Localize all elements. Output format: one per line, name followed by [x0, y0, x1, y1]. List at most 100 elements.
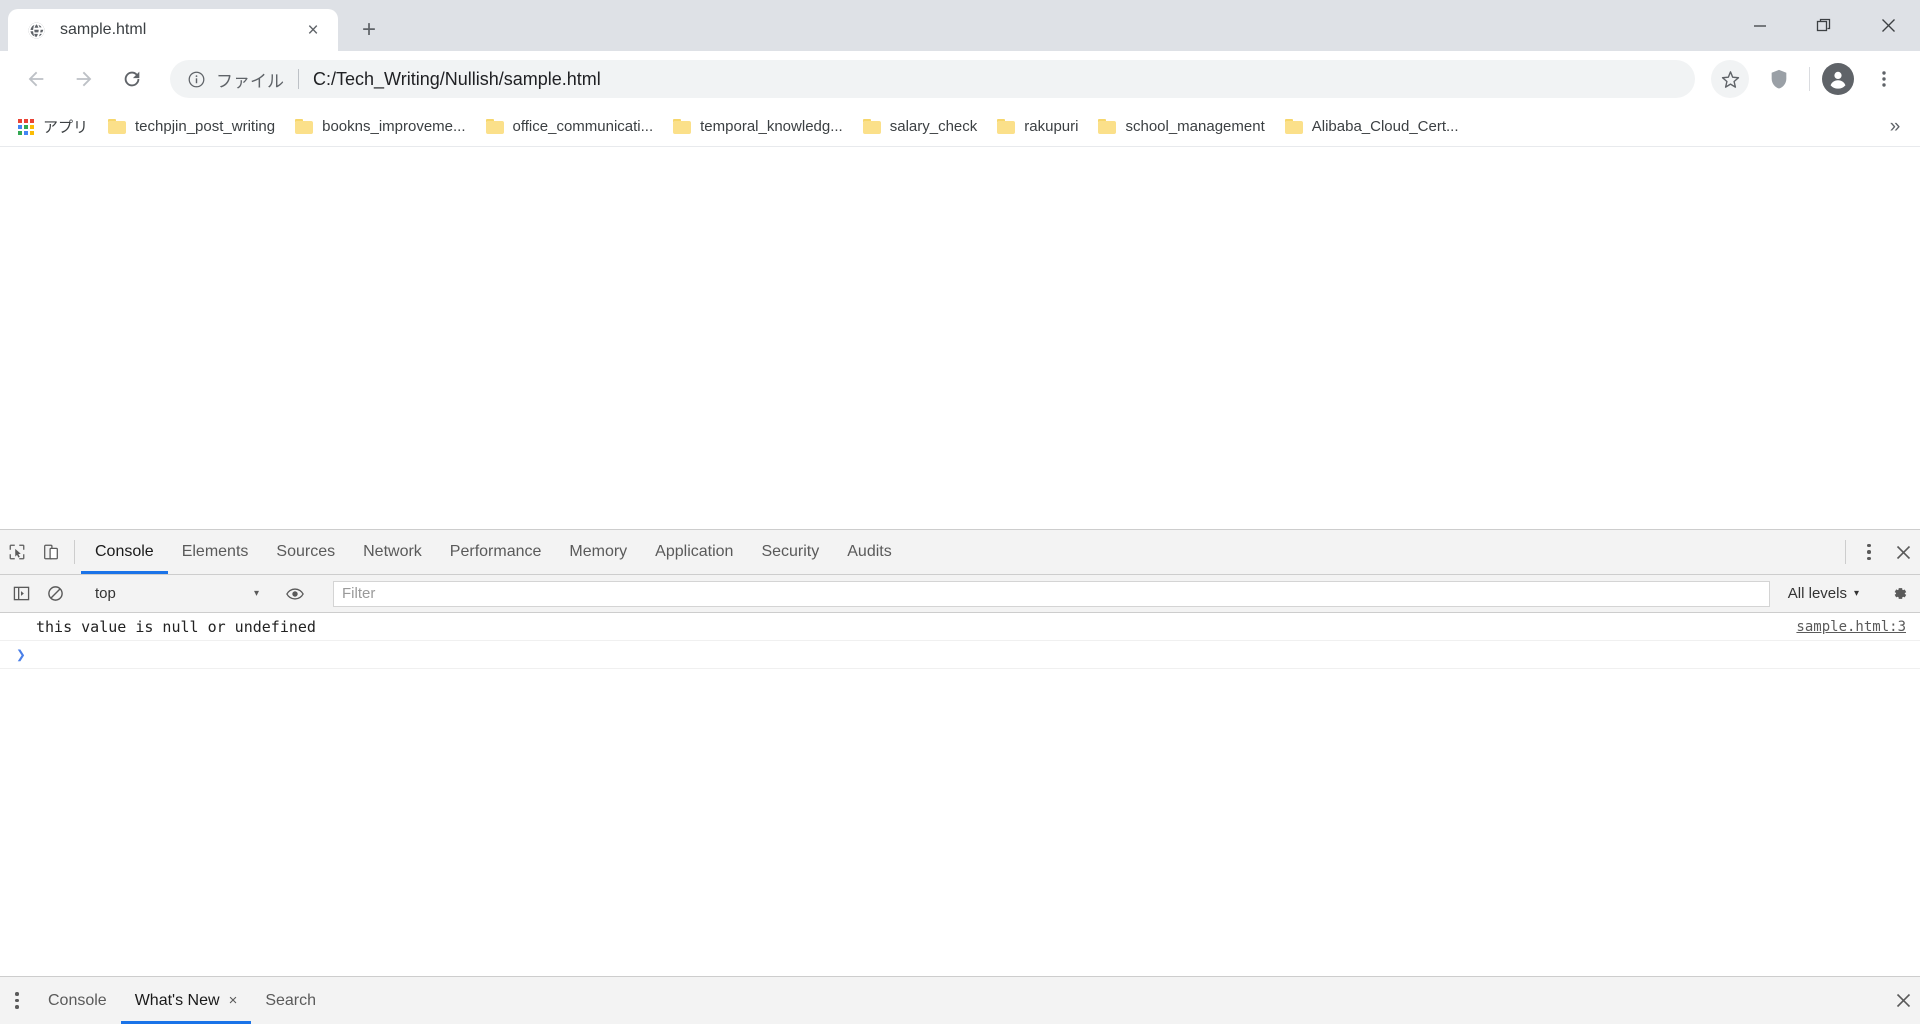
bookmark-label: school_management: [1125, 118, 1265, 135]
close-icon[interactable]: [1856, 0, 1920, 51]
address-bar[interactable]: ファイル C:/Tech_Writing/Nullish/sample.html: [170, 60, 1695, 98]
forward-arrow-icon[interactable]: [65, 60, 103, 98]
devtools-tab-elements[interactable]: Elements: [168, 530, 263, 574]
drawer-tab-label: What's New: [134, 991, 220, 1009]
devtools-tab-network[interactable]: Network: [349, 530, 436, 574]
bookmark-label: bookns_improveme...: [322, 118, 466, 135]
bookmark-item[interactable]: school_management: [1088, 114, 1274, 139]
bookmark-item[interactable]: Alibaba_Cloud_Cert...: [1275, 114, 1469, 139]
devtools-tab-audits[interactable]: Audits: [833, 530, 905, 574]
console-input-row[interactable]: ❯: [0, 641, 1920, 669]
console-message-text: this value is null or undefined: [36, 617, 316, 636]
drawer-more-options-icon[interactable]: [0, 977, 34, 1024]
browser-toolbar: ファイル C:/Tech_Writing/Nullish/sample.html: [0, 51, 1920, 107]
folder-icon: [1098, 119, 1117, 134]
bookmark-item[interactable]: rakupuri: [987, 114, 1088, 139]
back-arrow-icon[interactable]: [17, 60, 55, 98]
page-viewport: [0, 147, 1920, 529]
tab-strip: sample.html × +: [0, 0, 1920, 51]
devtools-tab-label: Elements: [181, 543, 249, 560]
console-filter-input[interactable]: [333, 580, 1770, 607]
devtools-tab-sources[interactable]: Sources: [262, 530, 349, 574]
bookmark-label: salary_check: [889, 118, 978, 135]
console-log-level-selector[interactable]: All levels ▾: [1778, 585, 1869, 602]
bookmark-item[interactable]: techpjin_post_writing: [98, 114, 285, 139]
devtools-tab-label: Audits: [847, 543, 892, 560]
drawer-tab-label: Search: [265, 991, 317, 1009]
devtools-actions-divider: [1845, 540, 1846, 564]
bookmark-label: Alibaba_Cloud_Cert...: [1311, 118, 1459, 135]
drawer-tab-console[interactable]: Console: [34, 977, 121, 1024]
url-text: C:/Tech_Writing/Nullish/sample.html: [313, 68, 601, 89]
omnibox-divider: [298, 69, 299, 89]
drawer-tab-close-icon[interactable]: ×: [229, 993, 238, 1008]
folder-icon: [673, 119, 692, 134]
clear-console-icon[interactable]: [38, 579, 72, 609]
browser-tab-sample-html[interactable]: sample.html ×: [8, 9, 338, 51]
url-scheme-label: ファイル: [216, 71, 284, 91]
bookmark-apps[interactable]: アプリ: [8, 112, 98, 141]
console-sidebar-toggle-icon[interactable]: [4, 579, 38, 609]
bookmarks-bar: アプリ techpjin_post_writing bookns_improve…: [0, 107, 1920, 147]
devtools-tab-divider: [74, 540, 75, 564]
new-tab-button[interactable]: +: [352, 13, 386, 47]
maximize-icon[interactable]: [1792, 0, 1856, 51]
inspect-element-icon[interactable]: [0, 530, 34, 574]
folder-icon: [485, 119, 504, 134]
bookmark-item[interactable]: bookns_improveme...: [285, 114, 475, 139]
devtools-tab-performance[interactable]: Performance: [436, 530, 556, 574]
tab-title: sample.html: [60, 21, 147, 38]
bookmark-apps-label: アプリ: [43, 119, 89, 136]
devtools-drawer: Console What's New × Search: [0, 976, 1920, 1024]
drawer-actions: [1886, 977, 1920, 1024]
console-context-selector[interactable]: top ▾: [85, 581, 265, 607]
bookmark-label: rakupuri: [1024, 118, 1079, 135]
shield-extension-icon[interactable]: [1760, 60, 1798, 98]
profile-avatar[interactable]: [1822, 63, 1854, 95]
console-message-source-link[interactable]: sample.html:3: [1796, 619, 1906, 635]
chevron-down-icon: ▾: [1853, 588, 1859, 599]
console-message-row: this value is null or undefined sample.h…: [0, 613, 1920, 641]
minimize-icon[interactable]: [1728, 0, 1792, 51]
devtools-more-options-icon[interactable]: [1852, 530, 1886, 574]
live-expression-eye-icon[interactable]: [278, 579, 312, 609]
devtools-tab-security[interactable]: Security: [747, 530, 833, 574]
drawer-tab-label: Console: [48, 991, 107, 1009]
console-toolbar: top ▾ All levels ▾: [0, 575, 1920, 613]
folder-icon: [295, 119, 314, 134]
bookmark-label: temporal_knowledg...: [700, 118, 843, 135]
console-settings-gear-icon[interactable]: [1882, 579, 1916, 609]
devtools-tab-console[interactable]: Console: [81, 530, 168, 574]
folder-icon: [1284, 119, 1303, 134]
bookmark-star-icon[interactable]: [1711, 60, 1749, 98]
console-prompt-arrow-icon: ❯: [16, 645, 26, 664]
chevron-down-icon: ▾: [253, 588, 259, 599]
bookmarks-overflow-icon[interactable]: »: [1878, 112, 1912, 142]
devtools-panel: Console Elements Sources Network Perform…: [0, 529, 1920, 1024]
window-controls: [1728, 0, 1920, 51]
drawer-tab-whats-new[interactable]: What's New ×: [120, 977, 252, 1024]
chrome-menu-icon[interactable]: [1865, 60, 1903, 98]
console-output: this value is null or undefined sample.h…: [0, 613, 1920, 976]
bookmark-item[interactable]: salary_check: [853, 114, 988, 139]
devtools-tabbar-actions: [1839, 530, 1920, 574]
devtools-tab-bar: Console Elements Sources Network Perform…: [0, 530, 1920, 575]
browser-window: sample.html × + ファイル C:/Tech_Writing/Nul…: [0, 0, 1920, 1024]
devtools-tab-label: Sources: [276, 543, 336, 560]
devtools-tab-memory[interactable]: Memory: [555, 530, 641, 574]
bookmark-item[interactable]: temporal_knowledg...: [663, 114, 853, 139]
drawer-close-icon[interactable]: [1886, 977, 1920, 1024]
devtools-tab-label: Network: [363, 543, 422, 560]
tab-close-icon[interactable]: ×: [300, 17, 326, 43]
apps-grid-icon: [18, 118, 34, 135]
bookmark-label: office_communicati...: [512, 118, 654, 135]
globe-favicon-icon: [26, 20, 46, 40]
device-toolbar-icon[interactable]: [34, 530, 68, 574]
bookmark-item[interactable]: office_communicati...: [476, 114, 664, 139]
devtools-tab-application[interactable]: Application: [641, 530, 747, 574]
folder-icon: [997, 119, 1016, 134]
reload-icon[interactable]: [113, 60, 151, 98]
drawer-tab-search[interactable]: Search: [251, 977, 330, 1024]
devtools-close-icon[interactable]: [1886, 530, 1920, 574]
devtools-tab-label: Application: [655, 543, 734, 560]
